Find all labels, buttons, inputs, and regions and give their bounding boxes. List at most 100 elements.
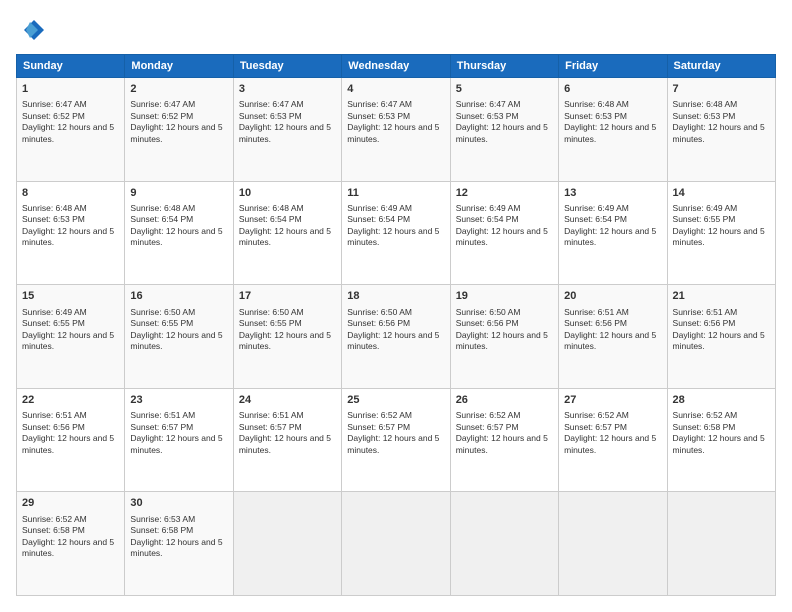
day-number: 27 — [564, 393, 661, 408]
day-number: 9 — [130, 186, 227, 201]
day-number: 12 — [456, 186, 553, 201]
weekday-saturday: Saturday — [667, 55, 775, 78]
day-number: 22 — [22, 393, 119, 408]
calendar-cell: 30 Sunrise: 6:53 AMSunset: 6:58 PMDayligh… — [125, 492, 233, 596]
week-row-5: 29 Sunrise: 6:52 AMSunset: 6:58 PMDayligh… — [17, 492, 776, 596]
day-number: 6 — [564, 82, 661, 97]
calendar-cell — [342, 492, 450, 596]
day-content: Sunrise: 6:50 AMSunset: 6:55 PMDaylight:… — [130, 307, 227, 353]
day-content: Sunrise: 6:49 AMSunset: 6:54 PMDaylight:… — [456, 203, 553, 249]
calendar-cell: 28Sunrise: 6:52 AMSunset: 6:58 PMDayligh… — [667, 388, 775, 492]
calendar-cell: 9Sunrise: 6:48 AMSunset: 6:54 PMDaylight… — [125, 181, 233, 285]
calendar-cell: 16 Sunrise: 6:50 AMSunset: 6:55 PMDayligh… — [125, 285, 233, 389]
day-number: 24 — [239, 393, 336, 408]
calendar-cell: 22 Sunrise: 6:51 AMSunset: 6:56 PMDayligh… — [17, 388, 125, 492]
calendar-cell: 4 Sunrise: 6:47 AMSunset: 6:53 PMDaylight… — [342, 78, 450, 182]
calendar-cell: 25 Sunrise: 6:52 AMSunset: 6:57 PMDayligh… — [342, 388, 450, 492]
week-row-3: 15Sunrise: 6:49 AMSunset: 6:55 PMDayligh… — [17, 285, 776, 389]
calendar-cell: 26 Sunrise: 6:52 AMSunset: 6:57 PMDayligh… — [450, 388, 558, 492]
day-number: 25 — [347, 393, 444, 408]
logo-icon — [16, 16, 44, 44]
day-content: Sunrise: 6:48 AMSunset: 6:54 PMDaylight:… — [239, 203, 336, 249]
calendar-cell: 3 Sunrise: 6:47 AMSunset: 6:53 PMDaylight… — [233, 78, 341, 182]
calendar-cell: 18 Sunrise: 6:50 AMSunset: 6:56 PMDayligh… — [342, 285, 450, 389]
day-content: Sunrise: 6:49 AMSunset: 6:54 PMDaylight:… — [347, 203, 444, 249]
day-content: Sunrise: 6:51 AMSunset: 6:57 PMDaylight:… — [239, 410, 336, 456]
calendar-cell — [559, 492, 667, 596]
calendar-cell: 23 Sunrise: 6:51 AMSunset: 6:57 PMDayligh… — [125, 388, 233, 492]
day-number: 14 — [673, 186, 770, 201]
day-content: Sunrise: 6:47 AMSunset: 6:52 PMDaylight:… — [22, 99, 119, 145]
day-content: Sunrise: 6:47 AMSunset: 6:53 PMDaylight:… — [456, 99, 553, 145]
day-content: Sunrise: 6:47 AMSunset: 6:53 PMDaylight:… — [347, 99, 444, 145]
day-number: 13 — [564, 186, 661, 201]
day-number: 21 — [673, 289, 770, 304]
day-number: 4 — [347, 82, 444, 97]
calendar-cell: 13Sunrise: 6:49 AMSunset: 6:54 PMDayligh… — [559, 181, 667, 285]
day-number: 16 — [130, 289, 227, 304]
header — [16, 16, 776, 44]
day-content: Sunrise: 6:48 AMSunset: 6:53 PMDaylight:… — [22, 203, 119, 249]
calendar-table: SundayMondayTuesdayWednesdayThursdayFrid… — [16, 54, 776, 596]
day-content: Sunrise: 6:50 AMSunset: 6:56 PMDaylight:… — [347, 307, 444, 353]
calendar-cell: 12 Sunrise: 6:49 AMSunset: 6:54 PMDayligh… — [450, 181, 558, 285]
calendar-cell: 7 Sunrise: 6:48 AMSunset: 6:53 PMDaylight… — [667, 78, 775, 182]
day-content: Sunrise: 6:47 AMSunset: 6:53 PMDaylight:… — [239, 99, 336, 145]
day-number: 18 — [347, 289, 444, 304]
weekday-wednesday: Wednesday — [342, 55, 450, 78]
calendar-cell — [450, 492, 558, 596]
day-number: 3 — [239, 82, 336, 97]
day-content: Sunrise: 6:52 AMSunset: 6:57 PMDaylight:… — [347, 410, 444, 456]
calendar-cell: 1 Sunrise: 6:47 AMSunset: 6:52 PMDaylight… — [17, 78, 125, 182]
day-content: Sunrise: 6:49 AMSunset: 6:55 PMDaylight:… — [22, 307, 119, 353]
day-number: 17 — [239, 289, 336, 304]
day-number: 7 — [673, 82, 770, 97]
day-content: Sunrise: 6:51 AMSunset: 6:56 PMDaylight:… — [22, 410, 119, 456]
day-content: Sunrise: 6:51 AMSunset: 6:56 PMDaylight:… — [673, 307, 770, 353]
calendar-cell: 15Sunrise: 6:49 AMSunset: 6:55 PMDayligh… — [17, 285, 125, 389]
day-number: 10 — [239, 186, 336, 201]
day-content: Sunrise: 6:49 AMSunset: 6:55 PMDaylight:… — [673, 203, 770, 249]
day-content: Sunrise: 6:48 AMSunset: 6:53 PMDaylight:… — [673, 99, 770, 145]
day-number: 29 — [22, 496, 119, 511]
day-number: 8 — [22, 186, 119, 201]
calendar-cell: 2 Sunrise: 6:47 AMSunset: 6:52 PMDaylight… — [125, 78, 233, 182]
weekday-friday: Friday — [559, 55, 667, 78]
calendar-cell — [233, 492, 341, 596]
calendar-cell: 6 Sunrise: 6:48 AMSunset: 6:53 PMDaylight… — [559, 78, 667, 182]
weekday-sunday: Sunday — [17, 55, 125, 78]
day-content: Sunrise: 6:52 AMSunset: 6:57 PMDaylight:… — [456, 410, 553, 456]
week-row-1: 1 Sunrise: 6:47 AMSunset: 6:52 PMDaylight… — [17, 78, 776, 182]
calendar-cell: 19 Sunrise: 6:50 AMSunset: 6:56 PMDayligh… — [450, 285, 558, 389]
calendar-cell: 10 Sunrise: 6:48 AMSunset: 6:54 PMDayligh… — [233, 181, 341, 285]
day-content: Sunrise: 6:52 AMSunset: 6:58 PMDaylight:… — [22, 514, 119, 560]
calendar-cell: 14 Sunrise: 6:49 AMSunset: 6:55 PMDayligh… — [667, 181, 775, 285]
weekday-tuesday: Tuesday — [233, 55, 341, 78]
day-content: Sunrise: 6:48 AMSunset: 6:53 PMDaylight:… — [564, 99, 661, 145]
day-number: 26 — [456, 393, 553, 408]
day-content: Sunrise: 6:50 AMSunset: 6:56 PMDaylight:… — [456, 307, 553, 353]
calendar-cell: 27 Sunrise: 6:52 AMSunset: 6:57 PMDayligh… — [559, 388, 667, 492]
day-number: 30 — [130, 496, 227, 511]
day-number: 5 — [456, 82, 553, 97]
day-number: 2 — [130, 82, 227, 97]
calendar-cell: 8 Sunrise: 6:48 AMSunset: 6:53 PMDaylight… — [17, 181, 125, 285]
week-row-4: 22 Sunrise: 6:51 AMSunset: 6:56 PMDayligh… — [17, 388, 776, 492]
day-number: 11 — [347, 186, 444, 201]
calendar-cell — [667, 492, 775, 596]
day-number: 19 — [456, 289, 553, 304]
page: SundayMondayTuesdayWednesdayThursdayFrid… — [0, 0, 792, 612]
day-content: Sunrise: 6:47 AMSunset: 6:52 PMDaylight:… — [130, 99, 227, 145]
day-number: 20 — [564, 289, 661, 304]
day-number: 1 — [22, 82, 119, 97]
calendar-cell: 29 Sunrise: 6:52 AMSunset: 6:58 PMDayligh… — [17, 492, 125, 596]
day-content: Sunrise: 6:51 AMSunset: 6:57 PMDaylight:… — [130, 410, 227, 456]
day-content: Sunrise: 6:53 AMSunset: 6:58 PMDaylight:… — [130, 514, 227, 560]
day-number: 23 — [130, 393, 227, 408]
day-content: Sunrise: 6:52 AMSunset: 6:57 PMDaylight:… — [564, 410, 661, 456]
calendar-cell: 24 Sunrise: 6:51 AMSunset: 6:57 PMDayligh… — [233, 388, 341, 492]
calendar-cell: 5 Sunrise: 6:47 AMSunset: 6:53 PMDaylight… — [450, 78, 558, 182]
weekday-monday: Monday — [125, 55, 233, 78]
day-content: Sunrise: 6:51 AMSunset: 6:56 PMDaylight:… — [564, 307, 661, 353]
calendar-cell: 17Sunrise: 6:50 AMSunset: 6:55 PMDayligh… — [233, 285, 341, 389]
